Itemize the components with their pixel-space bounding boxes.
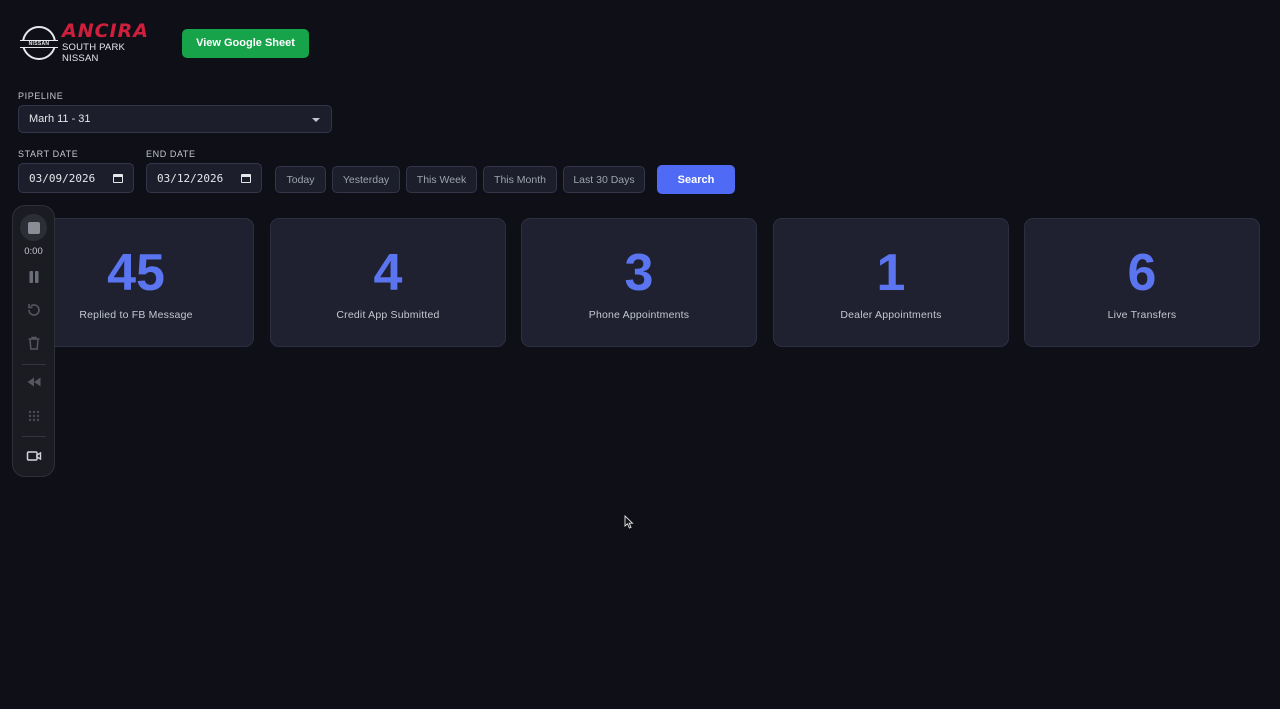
nissan-logo-icon: NISSAN [20,26,58,60]
toolbar-divider [22,364,46,365]
header: NISSAN ANCIRA SOUTH PARK NISSAN View Goo… [20,22,309,64]
start-date-label: START DATE [18,149,79,159]
stat-label: Phone Appointments [588,309,690,321]
dealer-logo: NISSAN ANCIRA SOUTH PARK NISSAN [20,22,160,64]
this-month-button[interactable]: This Month [483,166,557,193]
stat-value: 6 [1127,244,1157,302]
video-camera-icon[interactable] [26,448,42,464]
dashboard-page: NISSAN ANCIRA SOUTH PARK NISSAN View Goo… [0,0,1280,709]
start-date-value: 03/09/2026 [29,171,96,185]
toolbar-divider [22,436,46,437]
stat-label: Dealer Appointments [840,309,942,321]
this-week-button[interactable]: This Week [406,166,477,193]
last-30-days-button[interactable]: Last 30 Days [563,166,645,193]
restart-icon[interactable] [26,302,42,318]
grid-icon[interactable] [26,408,42,424]
stat-value: 4 [373,244,403,302]
stat-card-live-transfers: 6 Live Transfers [1024,218,1260,347]
chevron-down-icon [312,118,320,122]
stat-card-phone-appointments: 3 Phone Appointments [521,218,757,347]
mouse-cursor-icon [624,515,634,529]
brand-name: ANCIRA [62,20,149,42]
screen-recorder-toolbar: 0:00 [12,205,55,477]
pipeline-label: PIPELINE [18,91,64,101]
stat-card-credit-app: 4 Credit App Submitted [270,218,506,347]
today-button[interactable]: Today [275,166,326,193]
end-date-input[interactable]: 03/12/2026 [146,163,262,193]
start-date-input[interactable]: 03/09/2026 [18,163,134,193]
stat-label: Live Transfers [1107,309,1177,321]
nissan-logo-text: NISSAN [20,40,58,48]
end-date-label: END DATE [146,149,196,159]
stop-recording-button[interactable] [20,214,47,241]
brand-subtitle: SOUTH PARK NISSAN [62,42,126,64]
rewind-icon[interactable] [26,374,42,390]
view-google-sheet-button[interactable]: View Google Sheet [182,28,309,58]
stat-value: 1 [876,244,906,302]
recording-timer: 0:00 [24,246,43,257]
search-button[interactable]: Search [657,165,735,194]
pause-icon[interactable] [26,269,42,285]
pipeline-selected-value: Marh 11 - 31 [29,113,91,125]
stat-label: Credit App Submitted [336,309,440,321]
end-date-value: 03/12/2026 [157,171,224,185]
stat-card-dealer-appointments: 1 Dealer Appointments [773,218,1009,347]
pipeline-select[interactable]: Marh 11 - 31 [18,105,332,133]
calendar-icon[interactable] [241,174,251,183]
stat-value: 3 [624,244,654,302]
calendar-icon[interactable] [113,174,123,183]
brand-block: ANCIRA SOUTH PARK NISSAN [62,20,160,65]
stop-icon [27,221,40,234]
trash-icon[interactable] [26,335,42,351]
yesterday-button[interactable]: Yesterday [332,166,400,193]
